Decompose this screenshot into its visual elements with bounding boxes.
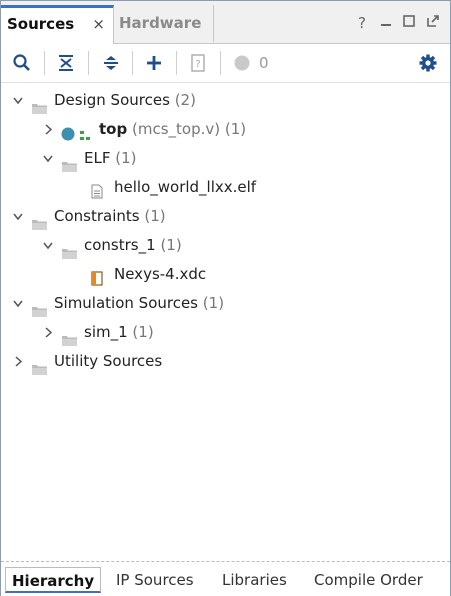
chevron-right-icon[interactable] xyxy=(41,115,55,144)
tree-item-label: Constraints xyxy=(54,207,140,225)
tab-hardware-label: Hardware xyxy=(119,14,202,32)
tree-item-label: ELF xyxy=(84,149,111,167)
tree-item-label: Utility Sources xyxy=(54,352,163,370)
svg-text:?: ? xyxy=(195,59,200,70)
tab-compile-order[interactable]: Compile Order xyxy=(308,567,429,593)
chevron-right-icon[interactable] xyxy=(41,318,55,347)
maximize-icon[interactable] xyxy=(400,14,418,32)
sources-toolbar: ? 0 xyxy=(1,44,450,83)
folder-icon xyxy=(32,95,47,114)
tree-item-count: (1) xyxy=(132,323,154,341)
tree-item-label: hello_world_llxx.elf xyxy=(114,178,257,196)
tree-item-label: Nexys-4.xdc xyxy=(114,265,207,283)
toolbar-divider xyxy=(88,51,89,75)
help-icon[interactable]: ? xyxy=(353,14,371,32)
tab-sources[interactable]: Sources × xyxy=(1,5,114,44)
tab-ip-sources[interactable]: IP Sources xyxy=(110,567,200,593)
tree-item-label: constrs_1 xyxy=(84,236,156,254)
tree-item-label: top xyxy=(99,120,128,138)
status-dot-icon[interactable] xyxy=(230,52,254,74)
chevron-right-icon[interactable] xyxy=(11,347,25,376)
chevron-down-icon[interactable] xyxy=(11,289,25,318)
chevron-down-icon[interactable] xyxy=(11,202,25,231)
tree-item-label: Simulation Sources xyxy=(54,294,199,312)
chevron-down-icon[interactable] xyxy=(41,231,55,260)
status-count: 0 xyxy=(259,54,269,72)
minimize-icon[interactable] xyxy=(377,14,395,32)
tab-hierarchy[interactable]: Hierarchy xyxy=(5,567,102,593)
folder-icon xyxy=(32,211,47,230)
sources-panel: Sources × Hardware ? ? 0 Design Sources … xyxy=(0,0,451,596)
tree-item-count: (2) xyxy=(174,91,196,109)
tree-item-label: sim_1 xyxy=(84,323,128,341)
folder-icon xyxy=(62,153,77,172)
folder-icon xyxy=(62,240,77,259)
tab-libraries[interactable]: Libraries xyxy=(216,567,293,593)
chevron-down-icon[interactable] xyxy=(41,144,55,173)
tree-item-label: Design Sources xyxy=(54,91,170,109)
properties-icon[interactable]: ? xyxy=(186,52,210,74)
chevron-down-icon[interactable] xyxy=(11,86,25,115)
toolbar-divider xyxy=(44,51,45,75)
toolbar-divider xyxy=(220,51,221,75)
folder-icon xyxy=(62,327,77,346)
tab-hardware[interactable]: Hardware xyxy=(114,5,214,42)
tree-item-file: (mcs_top.v) xyxy=(132,120,221,138)
toolbar-divider xyxy=(176,51,177,75)
panel-tab-bar: Sources × Hardware ? xyxy=(1,1,450,44)
toolbar-divider xyxy=(132,51,133,75)
search-icon[interactable] xyxy=(10,52,34,74)
expand-all-icon[interactable] xyxy=(99,52,123,74)
status-dot-icon xyxy=(61,122,75,151)
gear-icon[interactable] xyxy=(416,52,440,74)
folder-icon xyxy=(32,356,47,375)
float-icon[interactable] xyxy=(424,14,442,32)
bottom-tab-bar: Hierarchy IP Sources Libraries Compile O… xyxy=(1,561,450,596)
collapse-all-icon[interactable] xyxy=(54,52,78,74)
tree-item-count: (1) xyxy=(202,294,225,312)
folder-icon xyxy=(32,298,47,317)
close-icon[interactable]: × xyxy=(92,8,105,40)
tree-item-count: (1) xyxy=(224,120,247,138)
tree-item-count: (1) xyxy=(160,236,182,254)
tab-sources-label: Sources xyxy=(7,15,75,33)
add-sources-icon[interactable] xyxy=(142,52,166,74)
tree-item-count: (1) xyxy=(144,207,166,225)
tree-item-count: (1) xyxy=(115,149,137,167)
